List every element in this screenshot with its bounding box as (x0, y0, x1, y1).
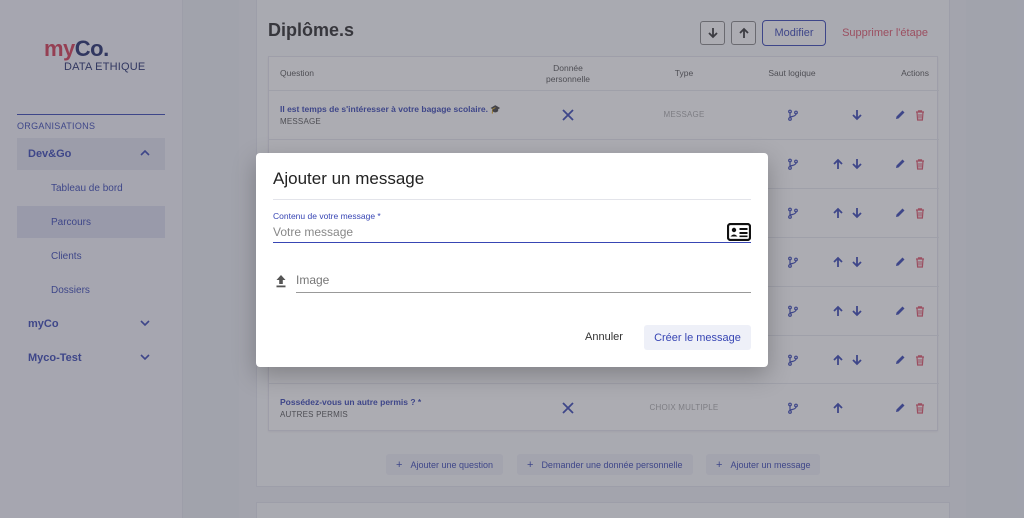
message-input[interactable] (273, 223, 703, 241)
create-message-button[interactable]: Créer le message (644, 325, 751, 350)
add-message-dialog: Ajouter un message Contenu de votre mess… (256, 153, 768, 367)
image-field-label: Image (296, 273, 330, 287)
message-field-label: Contenu de votre message * (273, 211, 381, 221)
upload-icon[interactable] (275, 274, 287, 288)
contact-card-icon[interactable] (727, 223, 751, 241)
image-upload-field[interactable]: Image (296, 273, 751, 293)
divider (273, 199, 751, 200)
dialog-title: Ajouter un message (273, 169, 425, 188)
cancel-button[interactable]: Annuler (580, 325, 628, 349)
message-field (273, 223, 751, 243)
